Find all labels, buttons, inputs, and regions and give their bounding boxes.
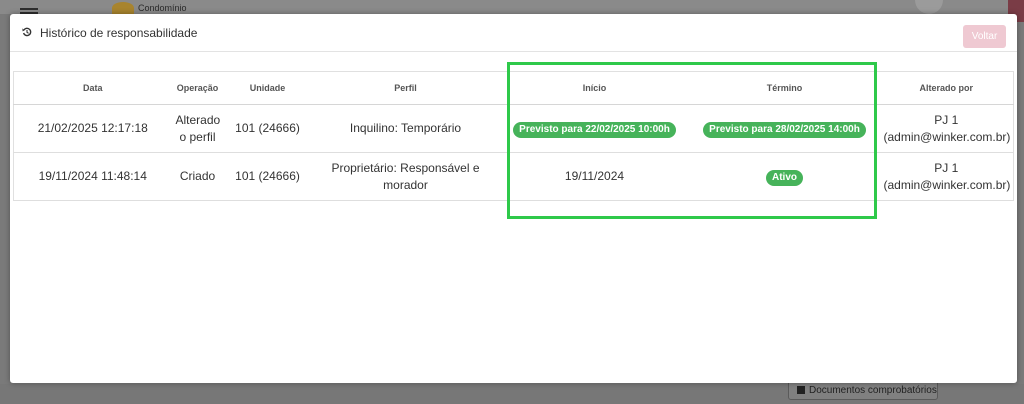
history-icon [22, 27, 32, 37]
column-header-operacao[interactable]: Operação [171, 71, 224, 105]
start-scheduled-badge: Previsto para 22/02/2025 10:00h [513, 121, 676, 138]
cell-data: 21/02/2025 12:17:18 [13, 104, 172, 153]
cell-operacao: Alterado o perfil [171, 104, 224, 153]
brand-text: Condomínio [138, 3, 187, 13]
cell-alterado-por: PJ 1 (admin@winker.com.br) [879, 152, 1014, 201]
cell-termino: Ativo [689, 152, 880, 201]
history-table: Data Operação Unidade Perfil Início Térm… [13, 71, 1014, 201]
changed-by-name: PJ 1 [934, 112, 959, 127]
column-header-data[interactable]: Data [13, 71, 172, 105]
changed-by-email: (admin@winker.com.br) [883, 177, 1011, 192]
column-header-inicio[interactable]: Início [499, 71, 690, 105]
table-row: 19/11/2024 11:48:14 Criado 101 (24666) P… [13, 152, 1014, 201]
column-header-unidade[interactable]: Unidade [223, 71, 312, 105]
table-row: 21/02/2025 12:17:18 Alterado o perfil 10… [13, 104, 1014, 153]
cell-unidade: 101 (24666) [223, 104, 312, 153]
changed-by-name: PJ 1 [934, 160, 959, 175]
modal-header: Histórico de responsabilidade Voltar [10, 14, 1017, 52]
table-header-row: Data Operação Unidade Perfil Início Térm… [13, 71, 1014, 105]
end-scheduled-badge: Previsto para 28/02/2025 14:00h [703, 121, 866, 138]
history-modal: Histórico de responsabilidade Voltar Dat… [10, 14, 1017, 383]
cell-alterado-por: PJ 1 (admin@winker.com.br) [879, 104, 1014, 153]
cell-inicio: Previsto para 22/02/2025 10:00h [499, 104, 690, 153]
cell-unidade: 101 (24666) [223, 152, 312, 201]
history-table-wrapper: Data Operação Unidade Perfil Início Térm… [13, 71, 1014, 201]
cell-perfil: Proprietário: Responsável e morador [311, 152, 500, 201]
cell-inicio: 19/11/2024 [499, 152, 690, 201]
cell-perfil: Inquilino: Temporário [311, 104, 500, 153]
modal-title: Histórico de responsabilidade [40, 26, 198, 40]
changed-by-email: (admin@winker.com.br) [883, 129, 1011, 144]
condominium-logo-icon [112, 2, 134, 14]
cell-operacao: Criado [171, 152, 224, 201]
back-button[interactable]: Voltar [963, 25, 1006, 48]
column-header-perfil[interactable]: Perfil [311, 71, 500, 105]
cell-data: 19/11/2024 11:48:14 [13, 152, 172, 201]
column-header-alterado-por[interactable]: Alterado por [879, 71, 1014, 105]
status-badge: Ativo [766, 169, 803, 186]
cell-termino: Previsto para 28/02/2025 14:00h [689, 104, 880, 153]
column-header-termino[interactable]: Término [689, 71, 880, 105]
